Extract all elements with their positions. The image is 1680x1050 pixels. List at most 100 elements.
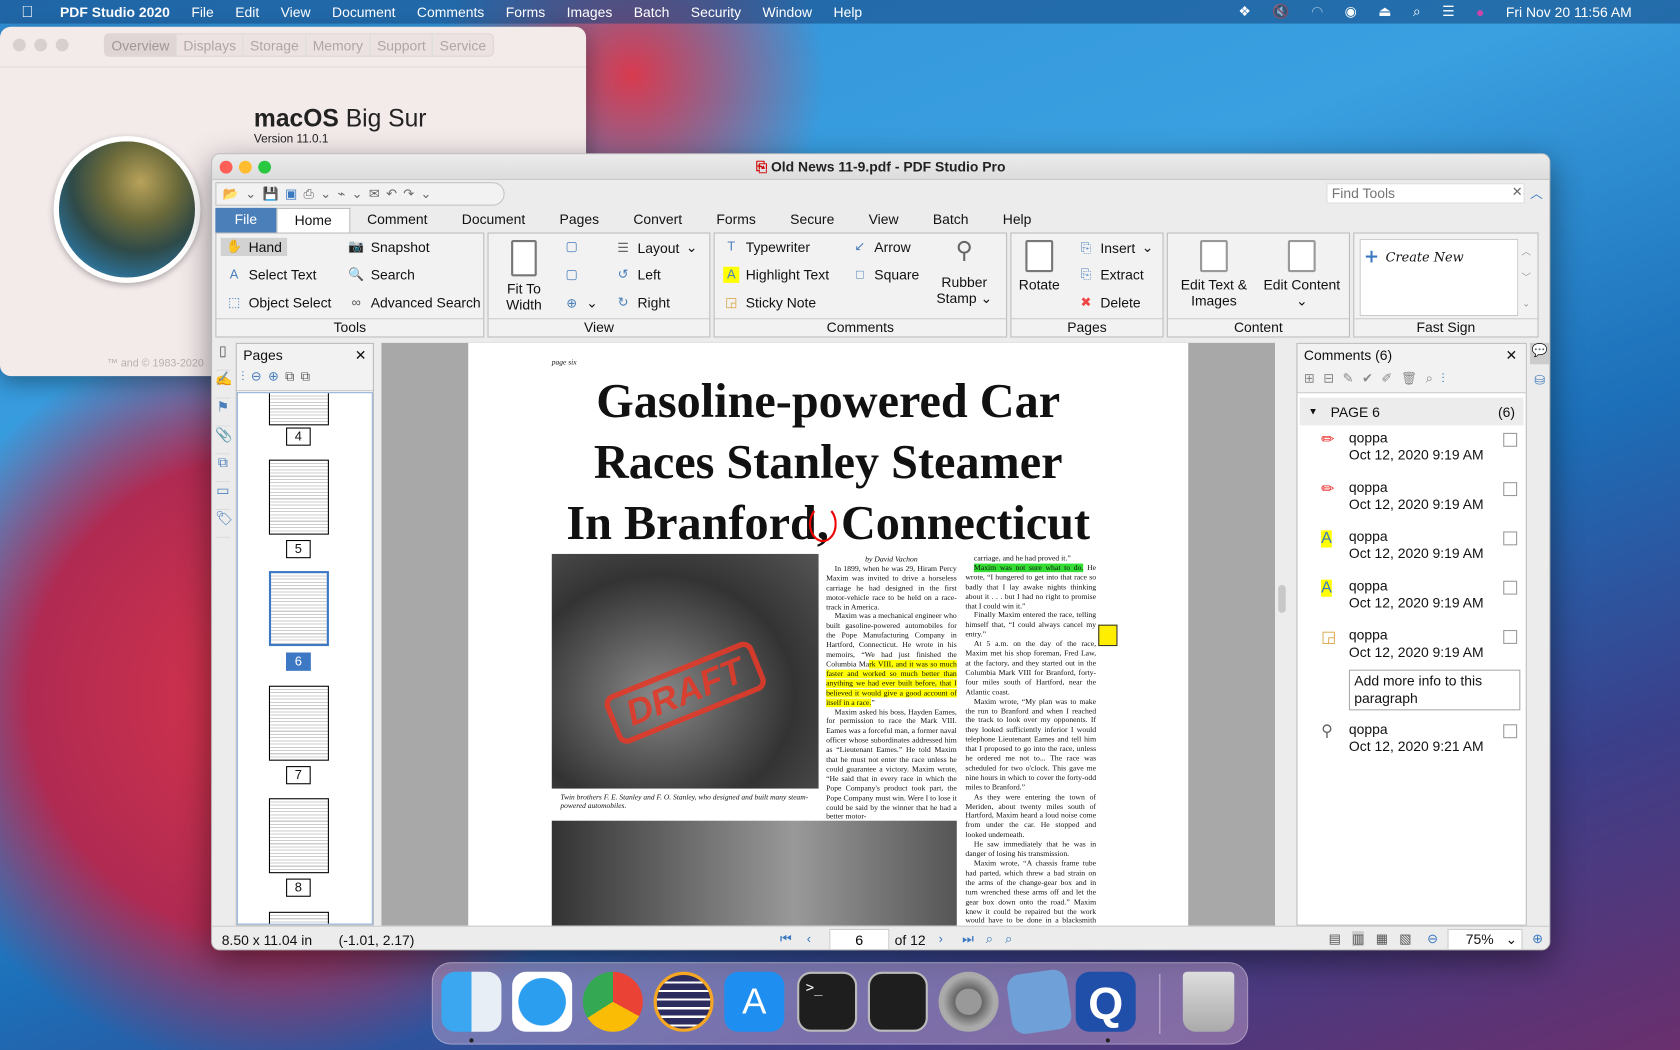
- menu-help[interactable]: Help: [834, 4, 863, 20]
- comment-checkbox[interactable]: [1503, 724, 1518, 739]
- eclipse-icon[interactable]: [653, 971, 714, 1032]
- typewriter-button[interactable]: T Typewriter: [723, 239, 810, 255]
- close-icon[interactable]: ✕: [1505, 347, 1517, 364]
- tab-overview[interactable]: Overview: [105, 34, 177, 56]
- tab-service[interactable]: Service: [433, 34, 492, 55]
- tab-document[interactable]: Document: [445, 208, 543, 233]
- tab-memory[interactable]: Memory: [306, 34, 371, 56]
- next-page-icon[interactable]: ›: [939, 931, 943, 946]
- arrow-button[interactable]: ↙ Arrow: [852, 239, 910, 255]
- tab-batch[interactable]: Batch: [916, 208, 986, 233]
- wifi-icon[interactable]: ◠: [1311, 3, 1323, 20]
- activity-monitor-icon[interactable]: [867, 971, 928, 1032]
- layout-button[interactable]: ☰ Layout ⌄: [615, 239, 697, 256]
- sticky-note-annotation[interactable]: [1098, 624, 1118, 647]
- comment-item[interactable]: Aqoppa Oct 12, 2020 9:19 AM: [1298, 528, 1526, 577]
- app-store-icon[interactable]: A: [724, 971, 785, 1032]
- mute-icon[interactable]: 🔇: [1272, 3, 1289, 20]
- edit-icon[interactable]: ✐: [1381, 371, 1392, 389]
- zoom-select[interactable]: 75% ⌄: [1447, 928, 1523, 950]
- green-highlight-annotation[interactable]: Maxim was not sure what to do.: [973, 563, 1084, 572]
- actual-size-button[interactable]: ▢: [564, 267, 580, 283]
- first-page-icon[interactable]: ⏮: [780, 931, 792, 947]
- menu-forms[interactable]: Forms: [506, 4, 545, 20]
- zoom-button[interactable]: [55, 38, 69, 52]
- find-icon[interactable]: ⌕: [1426, 371, 1433, 389]
- email-icon[interactable]: ✉: [369, 186, 380, 201]
- comment-checkbox[interactable]: [1503, 531, 1518, 546]
- tab-displays[interactable]: Displays: [177, 34, 244, 56]
- page-thumbnail[interactable]: [268, 685, 329, 761]
- review-icon[interactable]: ✎: [1343, 371, 1354, 389]
- menu-view[interactable]: View: [281, 4, 311, 20]
- page-thumbnail-selected[interactable]: [268, 571, 329, 647]
- snapshot-button[interactable]: 📷 Snapshot: [348, 239, 429, 255]
- trash-icon[interactable]: 🗑: [1401, 371, 1417, 389]
- finder-icon[interactable]: [441, 971, 502, 1032]
- menu-app[interactable]: PDF Studio 2020: [60, 4, 170, 20]
- dropbox-icon[interactable]: ❖: [1238, 3, 1250, 20]
- pdf-studio-icon[interactable]: Q: [1075, 971, 1136, 1032]
- scan-icon[interactable]: ⌁: [337, 186, 345, 201]
- zoom-out-icon[interactable]: ⊖: [1427, 931, 1438, 946]
- insert-caret-annotation[interactable]: [808, 505, 837, 543]
- tab-convert[interactable]: Convert: [616, 208, 699, 233]
- user-icon[interactable]: ◉: [1345, 3, 1357, 20]
- signatures-panel-icon[interactable]: ✍: [215, 371, 233, 399]
- chevron-down-icon[interactable]: ⌄: [421, 186, 432, 201]
- safari-icon[interactable]: [512, 971, 573, 1032]
- eject-icon[interactable]: ⏏: [1378, 3, 1391, 20]
- tags-icon[interactable]: 🏷: [215, 510, 233, 538]
- sticky-note-button[interactable]: ◲ Sticky Note: [723, 295, 816, 311]
- zoom-in-icon[interactable]: ⊕: [1532, 931, 1543, 946]
- tree-view-icon[interactable]: ⊞: [1304, 371, 1315, 389]
- previous-view-icon[interactable]: ⌕: [986, 931, 993, 947]
- rotate-right-button[interactable]: ↻ Right: [615, 295, 670, 311]
- filter-icon[interactable]: ⫶: [1441, 371, 1444, 389]
- comment-item[interactable]: ✏ qoppa Oct 12, 2020 9:19 AM: [1298, 479, 1526, 528]
- signature-list[interactable]: + Create New: [1359, 238, 1519, 317]
- square-button[interactable]: □ Square: [852, 267, 919, 283]
- rotate-counterclockwise-icon[interactable]: ⧉: [301, 369, 310, 389]
- save-icon[interactable]: 💾: [263, 186, 279, 201]
- thumbnail-list[interactable]: 4 5 6 7 8: [236, 392, 373, 925]
- tab-comment[interactable]: Comment: [350, 208, 445, 233]
- scroll-thumb[interactable]: [1278, 585, 1286, 613]
- menu-window[interactable]: Window: [763, 4, 813, 20]
- comment-checkbox[interactable]: [1503, 580, 1518, 595]
- chevron-down-icon[interactable]: ⌄: [352, 186, 363, 201]
- terminal-icon[interactable]: >_: [797, 971, 858, 1032]
- save-as-icon[interactable]: ▣: [285, 186, 297, 201]
- fit-page-button[interactable]: ▢: [564, 239, 580, 255]
- tab-support[interactable]: Support: [371, 34, 434, 56]
- menu-images[interactable]: Images: [567, 4, 613, 20]
- attachments-icon[interactable]: 📎: [215, 426, 233, 455]
- rubber-stamp-button[interactable]: ⚲ Rubber Stamp ⌄: [929, 238, 1000, 306]
- chrome-icon[interactable]: [582, 971, 643, 1032]
- tab-help[interactable]: Help: [986, 208, 1049, 233]
- close-button[interactable]: [219, 160, 233, 174]
- layers-icon[interactable]: ⧉: [215, 454, 231, 483]
- tab-file[interactable]: File: [215, 207, 277, 233]
- trash-icon[interactable]: [1182, 971, 1235, 1032]
- page-thumbnail[interactable]: [268, 798, 329, 874]
- spotlight-icon[interactable]: ⌕: [1413, 3, 1421, 20]
- tab-pages[interactable]: Pages: [542, 208, 616, 233]
- rotate-clockwise-icon[interactable]: ⧉: [285, 369, 294, 389]
- menu-document[interactable]: Document: [332, 4, 395, 20]
- open-icon[interactable]: 📂: [223, 186, 239, 201]
- comment-checkbox[interactable]: [1503, 432, 1518, 447]
- edit-content-button[interactable]: Edit Content ⌄: [1258, 240, 1346, 309]
- close-button[interactable]: [12, 38, 26, 52]
- advanced-search-button[interactable]: ∞ Advanced Search: [348, 295, 481, 311]
- collapse-ribbon-icon[interactable]: ︿: [1530, 184, 1543, 202]
- clear-search-icon[interactable]: ✕: [1512, 184, 1523, 199]
- comments-panel-icon[interactable]: 💬: [1530, 342, 1550, 365]
- next-view-icon[interactable]: ⌕: [1005, 931, 1012, 947]
- zoom-out-icon[interactable]: ⊖: [251, 369, 262, 389]
- facing-continuous-icon[interactable]: ▧: [1399, 931, 1411, 946]
- menu-comments[interactable]: Comments: [417, 4, 484, 20]
- comment-item[interactable]: ⚲ qoppa Oct 12, 2020 9:21 AM: [1298, 721, 1526, 770]
- menu-edit[interactable]: Edit: [235, 4, 259, 20]
- zoom-button[interactable]: [258, 160, 272, 174]
